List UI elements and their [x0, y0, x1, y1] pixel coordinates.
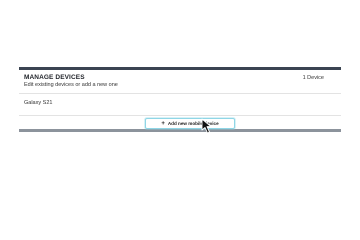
panel-title: MANAGE DEVICES	[24, 74, 85, 81]
device-name: Galaxy S21	[24, 100, 53, 106]
device-count: 1 Device	[302, 75, 324, 81]
manage-devices-panel: MANAGE DEVICES Edit existing devices or …	[19, 67, 341, 132]
panel-header: MANAGE DEVICES Edit existing devices or …	[19, 70, 341, 94]
device-list-item[interactable]: Galaxy S21	[19, 94, 341, 116]
panel-subtitle: Edit existing devices or add a new one	[24, 82, 118, 88]
mouse-pointer-icon	[201, 118, 212, 134]
plus-icon: +	[161, 120, 165, 127]
add-mobile-device-button[interactable]: + Add new mobile device	[145, 118, 235, 129]
